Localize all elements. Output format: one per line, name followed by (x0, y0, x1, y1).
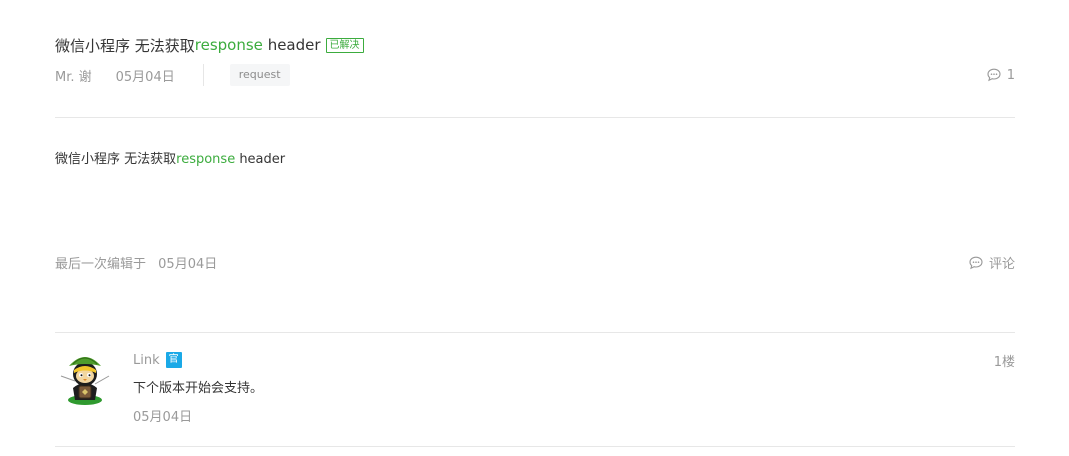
reply-bottom-divider (55, 446, 1015, 447)
post-title: 微信小程序 无法获取 response header 已解决 (55, 34, 364, 56)
speech-bubble-icon (987, 68, 1001, 82)
comment-count-value: 1 (1006, 67, 1015, 83)
body-suffix: header (235, 152, 286, 167)
reply-text: 下个版本开始会支持。 (133, 381, 264, 396)
reply-author-row: Link 官 (133, 351, 182, 369)
title-prefix: 微信小程序 无法获取 (55, 36, 195, 55)
reply-date: 05月04日 (133, 410, 193, 425)
header-divider (55, 117, 1015, 118)
resolved-badge: 已解决 (325, 37, 364, 53)
post-body: 微信小程序 无法获取response header (55, 148, 285, 167)
comment-count[interactable]: 1 (986, 63, 1015, 87)
avatar[interactable] (55, 348, 115, 408)
reply-item: Link 官 下个版本开始会支持。 05月04日 1楼 (55, 348, 1015, 428)
reply-author[interactable]: Link (133, 353, 160, 368)
last-edit-date: 05月04日 (158, 257, 218, 272)
body-prefix: 微信小程序 无法获取 (55, 152, 177, 167)
post-meta: Mr. 谢 05月04日 request 1 (55, 63, 1015, 87)
official-badge: 官 (165, 352, 182, 368)
title-highlight: response (194, 36, 263, 54)
speech-bubble-icon (969, 256, 983, 269)
tag-request[interactable]: request (229, 64, 290, 86)
body-highlight: response (176, 152, 236, 167)
edit-info-row: 最后一次编辑于 05月04日 评论 (55, 253, 1015, 273)
author-link[interactable]: Mr. 谢 (55, 66, 92, 85)
comment-button[interactable]: 评论 (968, 253, 1015, 272)
reply-section-divider (55, 332, 1015, 333)
meta-divider (202, 64, 204, 86)
post-date: 05月04日 (115, 69, 175, 85)
last-edit-label: 最后一次编辑于 (55, 257, 147, 272)
floor-number: 1楼 (993, 355, 1015, 370)
comment-button-label: 评论 (988, 257, 1015, 272)
title-suffix: header (262, 36, 321, 54)
